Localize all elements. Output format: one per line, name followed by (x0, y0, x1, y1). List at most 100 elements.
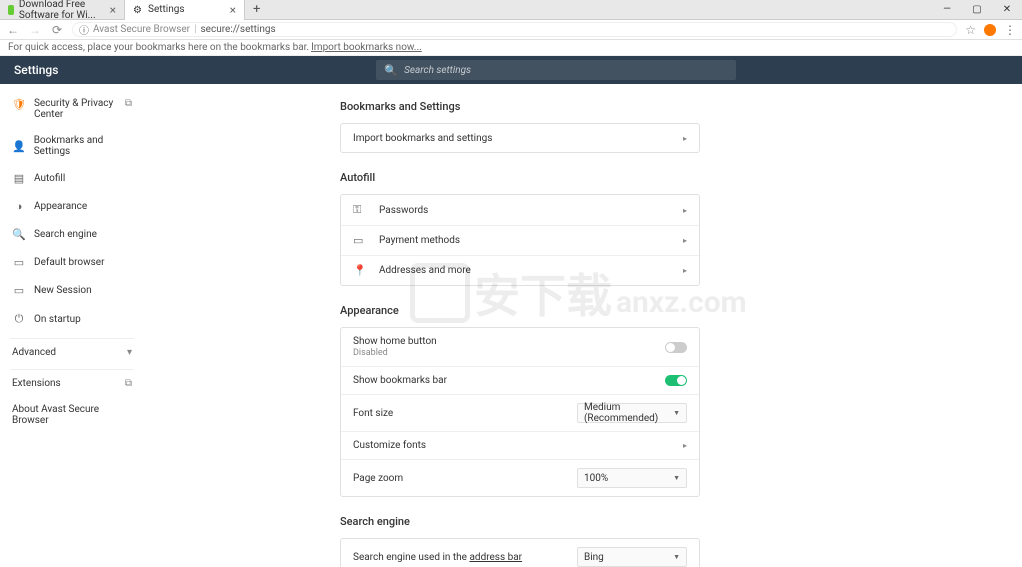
select-value: Medium (Recommended) (584, 402, 673, 424)
window-icon: ▭ (12, 256, 26, 269)
row-sublabel: Disabled (353, 348, 437, 358)
page-zoom-select[interactable]: 100% ▼ (577, 468, 687, 488)
minimize-button[interactable]: — (932, 0, 962, 20)
select-value: 100% (584, 473, 673, 484)
section-appearance: Appearance Show home button Disabled Sho… (340, 304, 700, 497)
sidebar-item-about[interactable]: About Avast Secure Browser (10, 400, 134, 430)
person-icon: 👤 (12, 140, 26, 153)
home-button-toggle[interactable] (665, 342, 687, 353)
sidebar-item-new-session[interactable]: ▭ New Session (10, 280, 134, 301)
chevron-down-icon: ▼ (673, 474, 680, 482)
sidebar-item-advanced[interactable]: Advanced ▾ (10, 338, 134, 362)
customize-fonts-row[interactable]: Customize fonts ▸ (341, 431, 699, 459)
search-settings-input[interactable] (404, 65, 728, 76)
font-size-select[interactable]: Medium (Recommended) ▼ (577, 403, 687, 423)
power-icon: ⏻ (12, 312, 26, 326)
sidebar-item-extensions[interactable]: Extensions ⧉ (10, 369, 134, 393)
section-title: Autofill (340, 171, 700, 184)
import-bookmarks-row[interactable]: Import bookmarks and settings ▸ (341, 124, 699, 152)
close-icon[interactable]: × (110, 3, 116, 17)
font-size-row: Font size Medium (Recommended) ▼ (341, 394, 699, 431)
pin-icon: 📍 (353, 264, 369, 277)
section-title: Appearance (340, 304, 700, 317)
import-bookmarks-link[interactable]: Import bookmarks now... (311, 42, 422, 53)
row-label: Addresses and more (379, 265, 471, 276)
avast-icon[interactable] (984, 24, 996, 36)
url-bar: ← → ⟳ ⓘ Avast Secure Browser | secure://… (0, 20, 1022, 40)
section-title: Search engine (340, 515, 700, 528)
maximize-button[interactable]: ▢ (962, 0, 992, 20)
shield-icon: 🛡 (12, 98, 26, 111)
sidebar-item-label: Default browser (34, 257, 104, 268)
passwords-row[interactable]: ⚿ Passwords ▸ (341, 195, 699, 225)
menu-button[interactable]: ⋮ (1004, 23, 1016, 37)
close-icon[interactable]: × (230, 3, 236, 17)
settings-sidebar: 🛡 Security & Privacy Center ⧉ 👤 Bookmark… (0, 84, 140, 567)
url-path: secure://settings (201, 24, 276, 35)
palette-icon: ◑ (12, 200, 26, 213)
home-button-row[interactable]: Show home button Disabled (341, 328, 699, 366)
search-engine-row: Search engine used in the address bar Bi… (341, 539, 699, 567)
sidebar-item-autofill[interactable]: ▤ Autofill (10, 168, 134, 189)
close-button[interactable]: ✕ (992, 0, 1022, 20)
sidebar-item-label: Advanced (12, 347, 56, 358)
section-autofill: Autofill ⚿ Passwords ▸ ▭ Payment methods… (340, 171, 700, 286)
sidebar-item-label: Appearance (34, 201, 87, 212)
gear-icon: ⚙ (133, 5, 143, 15)
sidebar-item-startup[interactable]: ⏻ On startup (10, 308, 134, 330)
sidebar-item-label: Security & Privacy Center (34, 98, 117, 120)
chevron-right-icon: ▸ (683, 134, 687, 143)
search-engine-select[interactable]: Bing ▼ (577, 547, 687, 567)
tab-title: Download Free Software for Wi... (19, 0, 105, 21)
chevron-down-icon: ▼ (673, 553, 680, 561)
sidebar-item-security[interactable]: 🛡 Security & Privacy Center ⧉ (10, 94, 134, 124)
browser-tab-2[interactable]: ⚙ Settings × (125, 0, 245, 20)
chevron-right-icon: ▸ (683, 206, 687, 215)
forward-button[interactable]: → (28, 23, 42, 37)
browser-tab-1[interactable]: Download Free Software for Wi... × (0, 0, 125, 20)
row-label: Show bookmarks bar (353, 375, 447, 386)
sidebar-item-default-browser[interactable]: ▭ Default browser (10, 252, 134, 273)
new-tab-button[interactable]: + (245, 2, 268, 17)
section-title: Bookmarks and Settings (340, 100, 700, 113)
select-value: Bing (584, 552, 673, 563)
chevron-down-icon: ▼ (673, 409, 680, 417)
sidebar-item-label: Bookmarks and Settings (34, 135, 132, 157)
clipboard-icon: ▤ (12, 172, 26, 185)
addresses-row[interactable]: 📍 Addresses and more ▸ (341, 255, 699, 285)
sidebar-item-search[interactable]: 🔍 Search engine (10, 224, 134, 245)
sidebar-item-bookmarks[interactable]: 👤 Bookmarks and Settings (10, 131, 134, 161)
bookmarks-bar-row[interactable]: Show bookmarks bar (341, 366, 699, 394)
row-label: Search engine used in the address bar (353, 552, 522, 563)
bookmark-star-icon[interactable]: ☆ (965, 23, 976, 37)
row-label: Import bookmarks and settings (353, 133, 492, 144)
search-icon: 🔍 (12, 228, 26, 241)
bookmarks-bar-toggle[interactable] (665, 375, 687, 386)
bookmark-hint-bar: For quick access, place your bookmarks h… (0, 40, 1022, 56)
row-label: Page zoom (353, 473, 403, 484)
url-host: Avast Secure Browser (93, 24, 190, 35)
chevron-down-icon: ▾ (127, 347, 132, 358)
back-button[interactable]: ← (6, 23, 20, 37)
sidebar-item-appearance[interactable]: ◑ Appearance (10, 196, 134, 217)
window-controls: — ▢ ✕ (932, 0, 1022, 20)
browser-tab-strip: Download Free Software for Wi... × ⚙ Set… (0, 0, 1022, 20)
sidebar-item-label: Autofill (34, 173, 65, 184)
hint-text: For quick access, place your bookmarks h… (8, 42, 309, 53)
page-title: Settings (14, 63, 58, 77)
external-link-icon: ⧉ (125, 98, 132, 109)
row-label: Passwords (379, 205, 428, 216)
row-label: Payment methods (379, 235, 460, 246)
payment-methods-row[interactable]: ▭ Payment methods ▸ (341, 225, 699, 255)
row-label: Font size (353, 408, 393, 419)
search-icon: 🔍 (384, 64, 398, 77)
chevron-right-icon: ▸ (683, 236, 687, 245)
row-label: Customize fonts (353, 440, 426, 451)
settings-header: Settings 🔍 (0, 56, 1022, 84)
reload-button[interactable]: ⟳ (50, 23, 64, 37)
search-settings-wrap: 🔍 (376, 60, 736, 80)
address-bar[interactable]: ⓘ Avast Secure Browser | secure://settin… (72, 22, 957, 37)
tab-title: Settings (148, 4, 185, 15)
chevron-right-icon: ▸ (683, 441, 687, 450)
chevron-right-icon: ▸ (683, 266, 687, 275)
